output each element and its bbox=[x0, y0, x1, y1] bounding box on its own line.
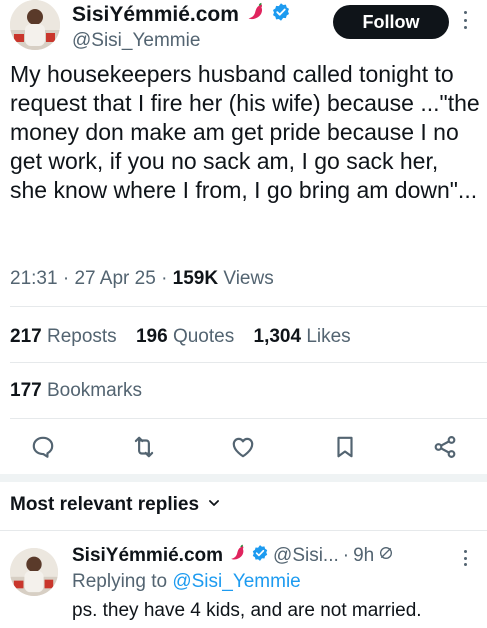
replying-to-line: Replying to @Sisi_Yemmie bbox=[72, 571, 301, 592]
more-options-icon[interactable] bbox=[459, 8, 471, 32]
divider bbox=[10, 362, 487, 363]
verified-badge-icon bbox=[271, 2, 291, 28]
chevron-down-icon bbox=[207, 494, 221, 516]
reply-text: ps. they have 4 kids, and are not marrie… bbox=[72, 600, 422, 621]
divider bbox=[0, 530, 487, 531]
repost-icon[interactable] bbox=[129, 432, 159, 462]
divider bbox=[10, 418, 487, 419]
author-display-name[interactable]: SisiYémmié.com bbox=[72, 1, 291, 29]
tweet-text: My housekeepers husband called tonight t… bbox=[10, 61, 480, 203]
reply-author-avatar[interactable] bbox=[10, 548, 58, 596]
like-icon[interactable] bbox=[228, 432, 258, 462]
views-label: Views bbox=[223, 268, 274, 289]
reply-time[interactable]: 9h bbox=[353, 545, 374, 567]
chili-pepper-icon bbox=[244, 1, 266, 29]
reply-author-name[interactable]: SisiYémmié.com @Sisi... · 9h bbox=[72, 543, 394, 569]
tweet-meta: 21:31 · 27 Apr 25 · 159K Views bbox=[10, 268, 274, 289]
reply-icon[interactable] bbox=[28, 432, 58, 462]
tweet-time[interactable]: 21:31 bbox=[10, 268, 58, 289]
verified-badge-icon bbox=[251, 544, 269, 568]
engagement-stats: 217 Reposts 196 Quotes 1,304 Likes bbox=[10, 326, 365, 348]
author-avatar[interactable] bbox=[10, 0, 60, 50]
tweet-date[interactable]: 27 Apr 25 bbox=[74, 268, 155, 289]
section-separator bbox=[0, 474, 487, 482]
reply-author-handle[interactable]: @Sisi... bbox=[273, 545, 339, 567]
reply-more-options-icon[interactable] bbox=[459, 547, 471, 569]
share-icon[interactable] bbox=[430, 432, 460, 462]
chili-pepper-icon bbox=[227, 543, 247, 569]
quotes-stat[interactable]: 196 Quotes bbox=[136, 326, 234, 347]
bookmarks-stat[interactable]: 177 Bookmarks bbox=[10, 380, 142, 402]
author-handle[interactable]: @Sisi_Yemmie bbox=[72, 30, 200, 52]
follow-button[interactable]: Follow bbox=[333, 5, 449, 39]
replies-sort-dropdown[interactable]: Most relevant replies bbox=[10, 494, 221, 516]
replying-to-mention[interactable]: @Sisi_Yemmie bbox=[172, 571, 300, 592]
bookmark-icon[interactable] bbox=[330, 432, 360, 462]
likes-stat[interactable]: 1,304 Likes bbox=[254, 326, 351, 347]
reposts-stat[interactable]: 217 Reposts bbox=[10, 326, 117, 347]
divider bbox=[10, 306, 487, 307]
views-count: 159K bbox=[172, 268, 219, 289]
edited-icon bbox=[378, 545, 394, 567]
action-bar bbox=[0, 430, 487, 466]
